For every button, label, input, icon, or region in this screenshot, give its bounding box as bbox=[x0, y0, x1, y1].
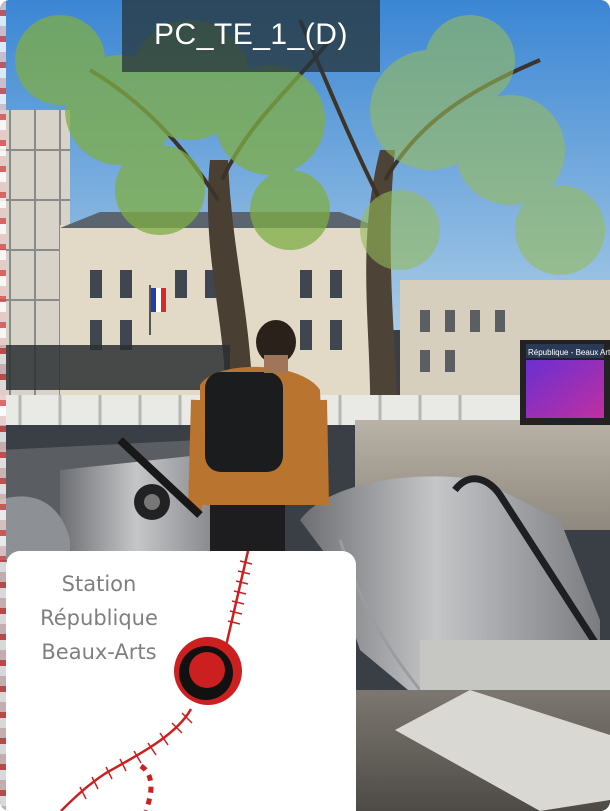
station-name: Station République Beaux-Arts bbox=[24, 567, 174, 669]
station-label-line2: République bbox=[40, 606, 158, 630]
station-marker-icon bbox=[174, 637, 242, 705]
track-lower bbox=[60, 708, 193, 811]
station-info-card: Station République Beaux-Arts bbox=[6, 551, 356, 811]
location-code-banner: PC_TE_1_(D) bbox=[122, 0, 380, 72]
metro-sign-text: République - Beaux Arts bbox=[528, 348, 610, 357]
track-upper bbox=[224, 551, 253, 647]
pavement bbox=[355, 690, 610, 811]
station-label-line3: Beaux-Arts bbox=[41, 640, 157, 664]
metro-sign: République - Beaux Arts bbox=[520, 340, 610, 425]
station-label-line1: Station bbox=[61, 572, 137, 596]
photo-frame: République - Beaux Arts PC_TE_1_(D) Stat… bbox=[0, 0, 610, 811]
